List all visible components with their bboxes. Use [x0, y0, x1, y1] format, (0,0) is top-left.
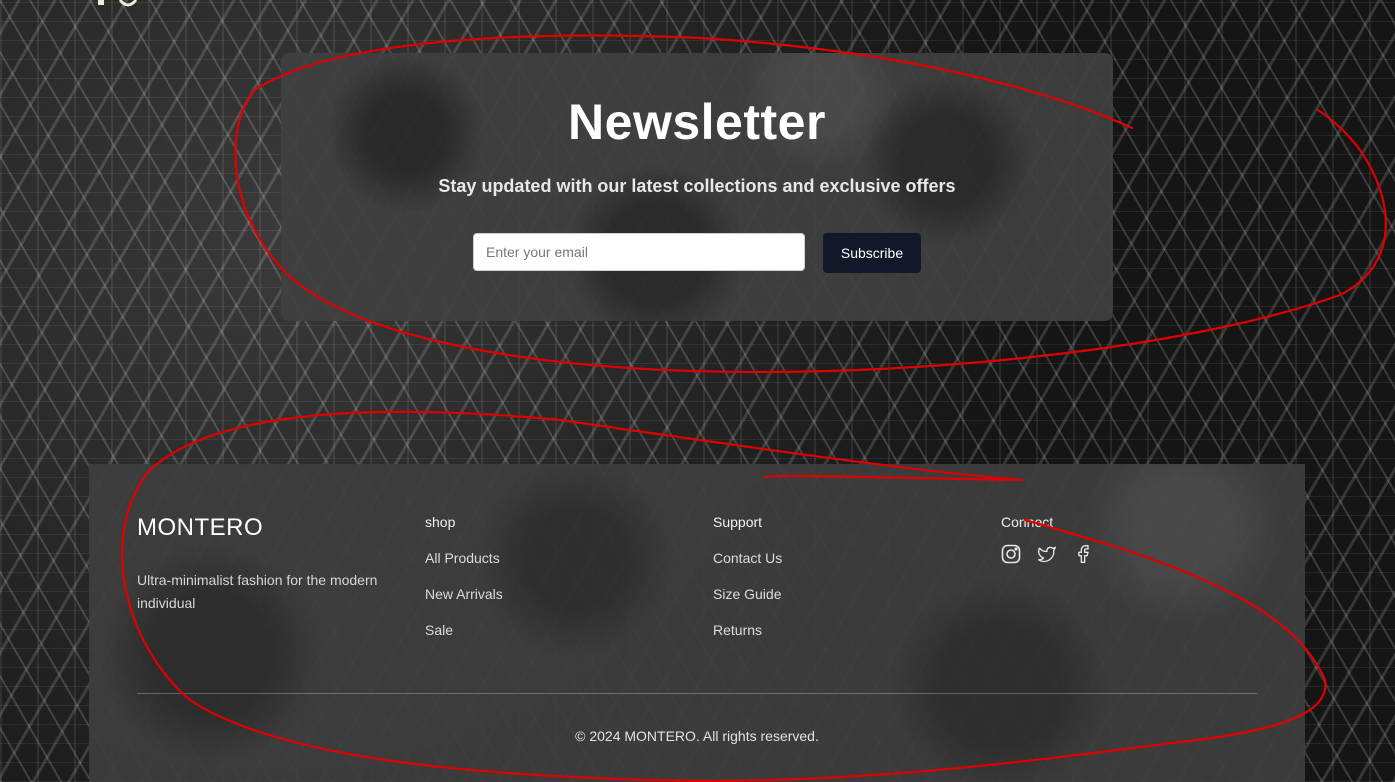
newsletter-section: Newsletter Stay updated with our latest … — [281, 53, 1113, 321]
footer-column-connect: Connect — [1001, 514, 1093, 564]
footer-heading-connect: Connect — [1001, 514, 1054, 530]
logo-fragment — [98, 0, 138, 7]
footer-heading-shop: shop — [425, 514, 456, 530]
instagram-icon[interactable] — [1001, 544, 1021, 564]
footer-tagline: Ultra-minimalist fashion for the modern … — [137, 572, 378, 611]
footer-link-returns[interactable]: Returns — [713, 622, 762, 638]
footer-link-new-arrivals[interactable]: New Arrivals — [425, 586, 503, 602]
newsletter-subtitle: Stay updated with our latest collections… — [438, 176, 956, 196]
footer-link-contact-us[interactable]: Contact Us — [713, 550, 782, 566]
facebook-icon[interactable] — [1073, 544, 1093, 564]
footer-column-support: Support Contact Us Size Guide Returns — [713, 514, 782, 658]
site-footer: MONTERO Ultra-minimalist fashion for the… — [89, 464, 1305, 782]
twitter-icon[interactable] — [1037, 544, 1057, 564]
footer-link-size-guide[interactable]: Size Guide — [713, 586, 781, 602]
subscribe-button[interactable]: Subscribe — [823, 233, 921, 273]
footer-link-sale[interactable]: Sale — [425, 622, 453, 638]
footer-column-shop: shop All Products New Arrivals Sale — [425, 514, 503, 658]
email-input[interactable] — [473, 233, 805, 271]
newsletter-title: Newsletter — [568, 94, 826, 150]
social-icons — [1001, 544, 1093, 564]
footer-brand: MONTERO — [137, 514, 264, 541]
footer-divider — [137, 693, 1257, 694]
copyright-text: © 2024 MONTERO. All rights reserved. — [575, 728, 819, 744]
footer-heading-support: Support — [713, 514, 763, 530]
footer-link-all-products[interactable]: All Products — [425, 550, 500, 566]
